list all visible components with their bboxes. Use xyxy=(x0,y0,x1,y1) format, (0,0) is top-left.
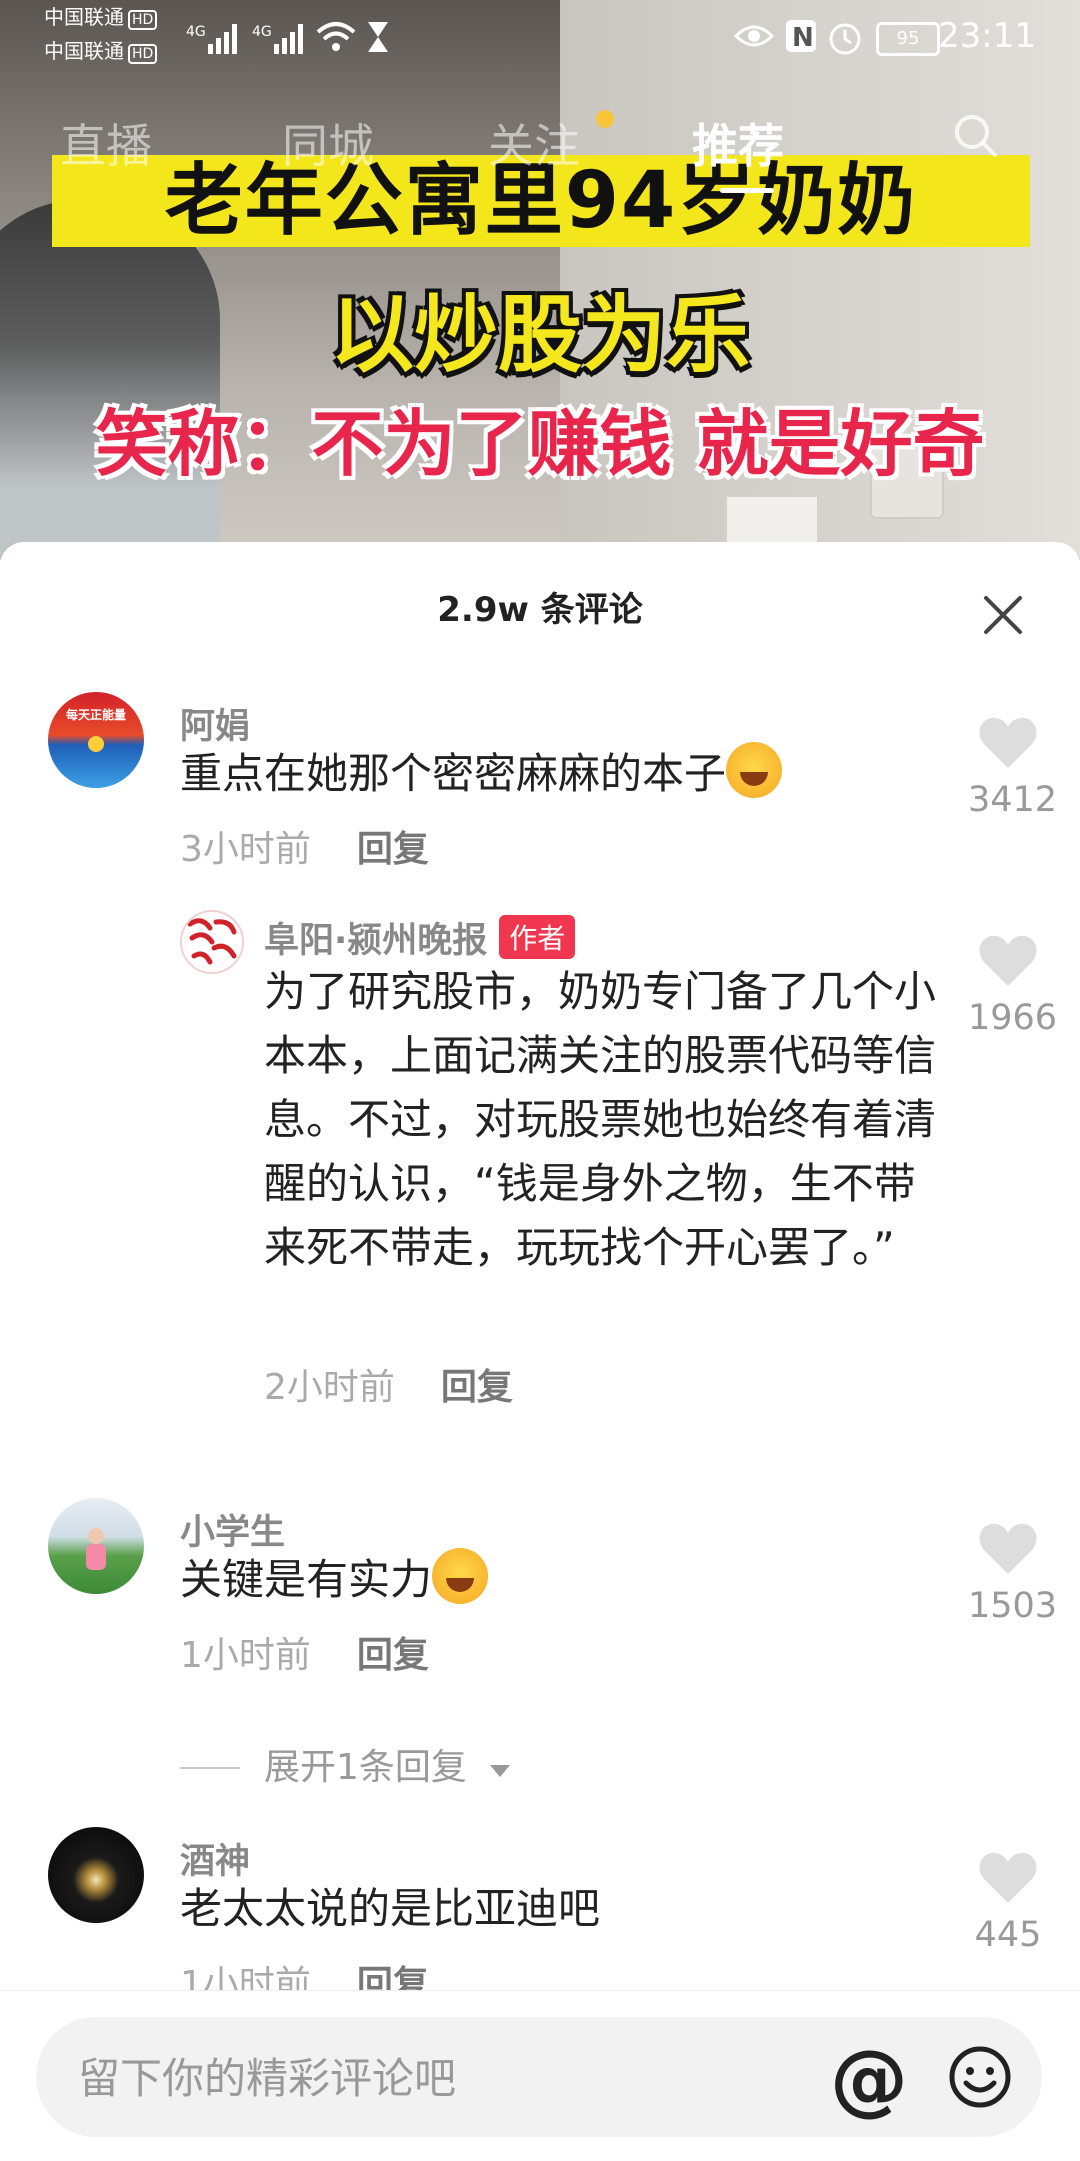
expand-replies-label: 展开1条回复 xyxy=(264,1747,467,1788)
comment-text-content: 重点在她那个密密麻麻的本子 xyxy=(180,749,727,798)
comment-text: 关键是有实力 xyxy=(180,1548,489,1612)
heart-icon[interactable] xyxy=(978,1522,1038,1576)
author-avatar[interactable] xyxy=(180,910,244,974)
svg-text:4G: 4G xyxy=(252,24,272,40)
comment-text-content: 关键是有实力 xyxy=(180,1555,433,1604)
video-background[interactable]: 老年公寓里94岁奶奶 以炒股为乐 笑称：不为了赚钱 就是好奇 xyxy=(0,0,1080,560)
comment-text: 重点在她那个密密麻麻的本子 xyxy=(180,742,783,806)
search-icon[interactable] xyxy=(952,112,998,158)
hourglass-icon xyxy=(368,22,388,52)
author-logo-icon xyxy=(187,918,237,965)
eye-icon xyxy=(734,25,774,47)
emoji-picker-icon[interactable] xyxy=(948,2045,1012,2109)
battery-indicator: 95 xyxy=(876,22,940,56)
avatar-sun xyxy=(88,736,104,752)
like-count: 1966 xyxy=(968,998,1058,1038)
top-navigation: 直播 同城 关注 推荐 xyxy=(0,100,1080,193)
active-tab-underline xyxy=(720,188,774,193)
avatar[interactable] xyxy=(48,1498,144,1594)
avatar-label: 每天正能量 xyxy=(65,708,126,722)
wifi-icon xyxy=(316,22,356,51)
author-name[interactable]: 阜阳·颍州晚报 xyxy=(264,921,487,961)
comment-time: 1小时前 xyxy=(180,1635,311,1676)
reply-button[interactable]: 回复 xyxy=(357,1635,429,1676)
carrier-1: 中国联通 HD xyxy=(44,5,158,30)
avatar-child-head xyxy=(88,1528,104,1544)
video-headline-2: 以炒股为乐 xyxy=(329,286,750,384)
comment-time: 3小时前 xyxy=(180,829,311,870)
comments-sheet: 2.9w 条评论 每天正能量 阿娟 重点在她那个密密麻麻的本子 3小时前 回复 3… xyxy=(0,542,1080,2160)
like-count: 445 xyxy=(974,1915,1042,1955)
video-headline-3: 笑称：不为了赚钱 就是好奇 xyxy=(95,402,985,486)
expand-divider xyxy=(180,1767,240,1769)
comment-username: 阜阳·颍州晚报 作者 xyxy=(264,912,576,963)
comment-time: 2小时前 xyxy=(264,1367,395,1408)
laughing-crying-emoji-icon xyxy=(726,742,783,798)
tab-nearby[interactable]: 同城 xyxy=(282,110,374,176)
avatar[interactable] xyxy=(48,1827,144,1923)
author-badge: 作者 xyxy=(499,915,576,959)
heart-icon[interactable] xyxy=(978,1851,1038,1905)
hd-badge-2: HD xyxy=(128,44,158,64)
tab-live[interactable]: 直播 xyxy=(60,110,152,176)
nfc-icon: N xyxy=(786,20,816,53)
clock: 23:11 xyxy=(938,16,1036,56)
tab-following[interactable]: 关注 xyxy=(488,110,580,176)
tab-recommended[interactable]: 推荐 xyxy=(692,110,784,176)
comment-meta: 3小时前 回复 xyxy=(180,820,429,872)
svg-text:N: N xyxy=(792,23,814,53)
reply-button[interactable]: 回复 xyxy=(441,1367,513,1408)
hd-badge-1: HD xyxy=(128,10,158,30)
signal-icon-1: 4G xyxy=(186,24,237,54)
comment-input-bar: @ xyxy=(0,1990,1080,2161)
heart-icon[interactable] xyxy=(978,934,1038,988)
expand-replies-button[interactable]: 展开1条回复 xyxy=(180,1738,512,1790)
like-button[interactable]: 445 xyxy=(968,1851,1048,1955)
comment-meta: 1小时前 回复 xyxy=(180,1626,429,1678)
avatar[interactable]: 每天正能量 xyxy=(48,692,144,788)
like-button[interactable]: 1503 xyxy=(968,1522,1057,1626)
signal-icon-2: 4G xyxy=(252,24,303,54)
video-outlet xyxy=(725,495,819,544)
status-bar: 中国联通 HD 中国联通 HD 4G 4G N 95 23:11 xyxy=(0,0,1080,80)
avatar-child-body xyxy=(86,1544,106,1570)
laughing-crying-emoji-icon xyxy=(432,1548,489,1604)
carrier-1-label: 中国联通 xyxy=(44,5,124,29)
comments-count-title: 2.9w 条评论 xyxy=(437,590,643,630)
comment-text: 老太太说的是比亚迪吧 xyxy=(180,1884,601,1933)
comment-text: 为了研究股市，奶奶专门备了几个小本本，上面记满关注的股票代码等信息。不过，对玩股… xyxy=(264,967,937,1272)
carrier-2: 中国联通 HD xyxy=(44,39,158,64)
following-notification-dot xyxy=(596,110,614,128)
alarm-icon xyxy=(829,23,861,55)
like-count: 3412 xyxy=(968,780,1058,820)
reply-button[interactable]: 回复 xyxy=(357,829,429,870)
comment-meta: 2小时前 回复 xyxy=(264,1358,513,1410)
chevron-down-icon xyxy=(490,1765,511,1777)
carrier-2-label: 中国联通 xyxy=(44,39,124,63)
comment-input-container: @ xyxy=(36,2017,1042,2139)
close-icon[interactable] xyxy=(978,590,1028,640)
comment-input[interactable] xyxy=(76,2017,840,2139)
heart-icon[interactable] xyxy=(978,716,1038,770)
like-button[interactable]: 3412 xyxy=(968,716,1057,820)
svg-text:4G: 4G xyxy=(186,24,206,40)
mention-button[interactable]: @ xyxy=(830,2035,908,2125)
like-button[interactable]: 1966 xyxy=(968,934,1057,1038)
like-count: 1503 xyxy=(968,1586,1058,1626)
